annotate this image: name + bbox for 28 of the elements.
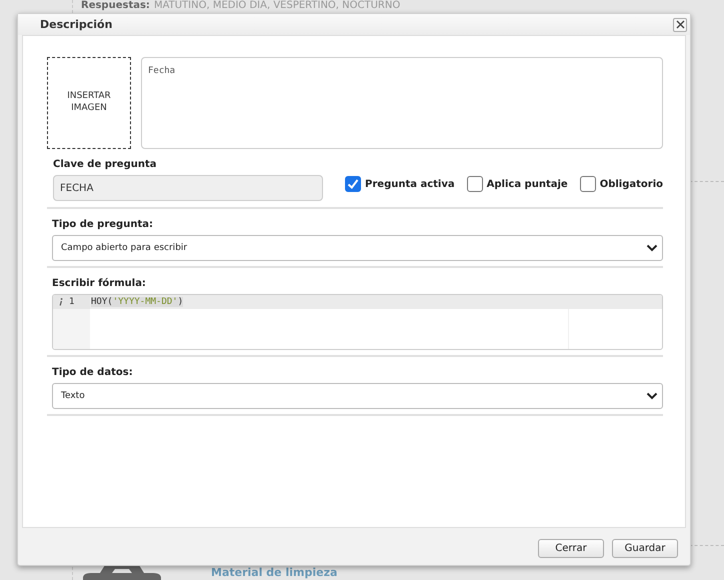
save-button[interactable]: Guardar [612,539,678,558]
formula-editor[interactable]: 1 HOY('YYYY-MM-DD') [52,294,663,350]
close-icon [676,20,684,29]
insert-image-button[interactable]: INSERTAR IMAGEN [47,57,131,149]
line-number: 1 [69,297,74,307]
briefcase-icon [83,565,161,580]
dialog-title: Descripción [40,18,112,31]
checkbox-label: Pregunta activa [365,178,455,190]
description-field[interactable]: Fecha [141,57,663,149]
answers-label: Respuestas: [81,0,150,11]
answers-text: MATUTINO, MEDIO DIA, VESPERTINO, NOCTURNO [154,0,400,11]
field-label: Tipo de datos: [52,367,134,378]
chevron-down-icon [646,244,658,252]
data-type-select[interactable]: Texto [52,383,663,409]
info-icon [59,298,63,306]
checkbox-label: Obligatorio [600,178,663,190]
field-label: Clave de pregunta [53,159,158,170]
close-dialog-button[interactable]: Cerrar [538,539,604,558]
close-button[interactable] [673,18,687,32]
field-label: Escribir fórmula: [52,278,147,289]
checkbox[interactable] [345,176,362,192]
chevron-down-icon [646,392,658,400]
item-title: Material de limpieza [211,566,338,580]
checkbox[interactable] [466,176,483,192]
question-type-select[interactable]: Campo abierto para escribir [52,235,663,261]
checkbox[interactable] [580,176,596,192]
checkbox-label: Aplica puntaje [486,178,568,190]
field-label: Tipo de pregunta: [52,219,154,230]
